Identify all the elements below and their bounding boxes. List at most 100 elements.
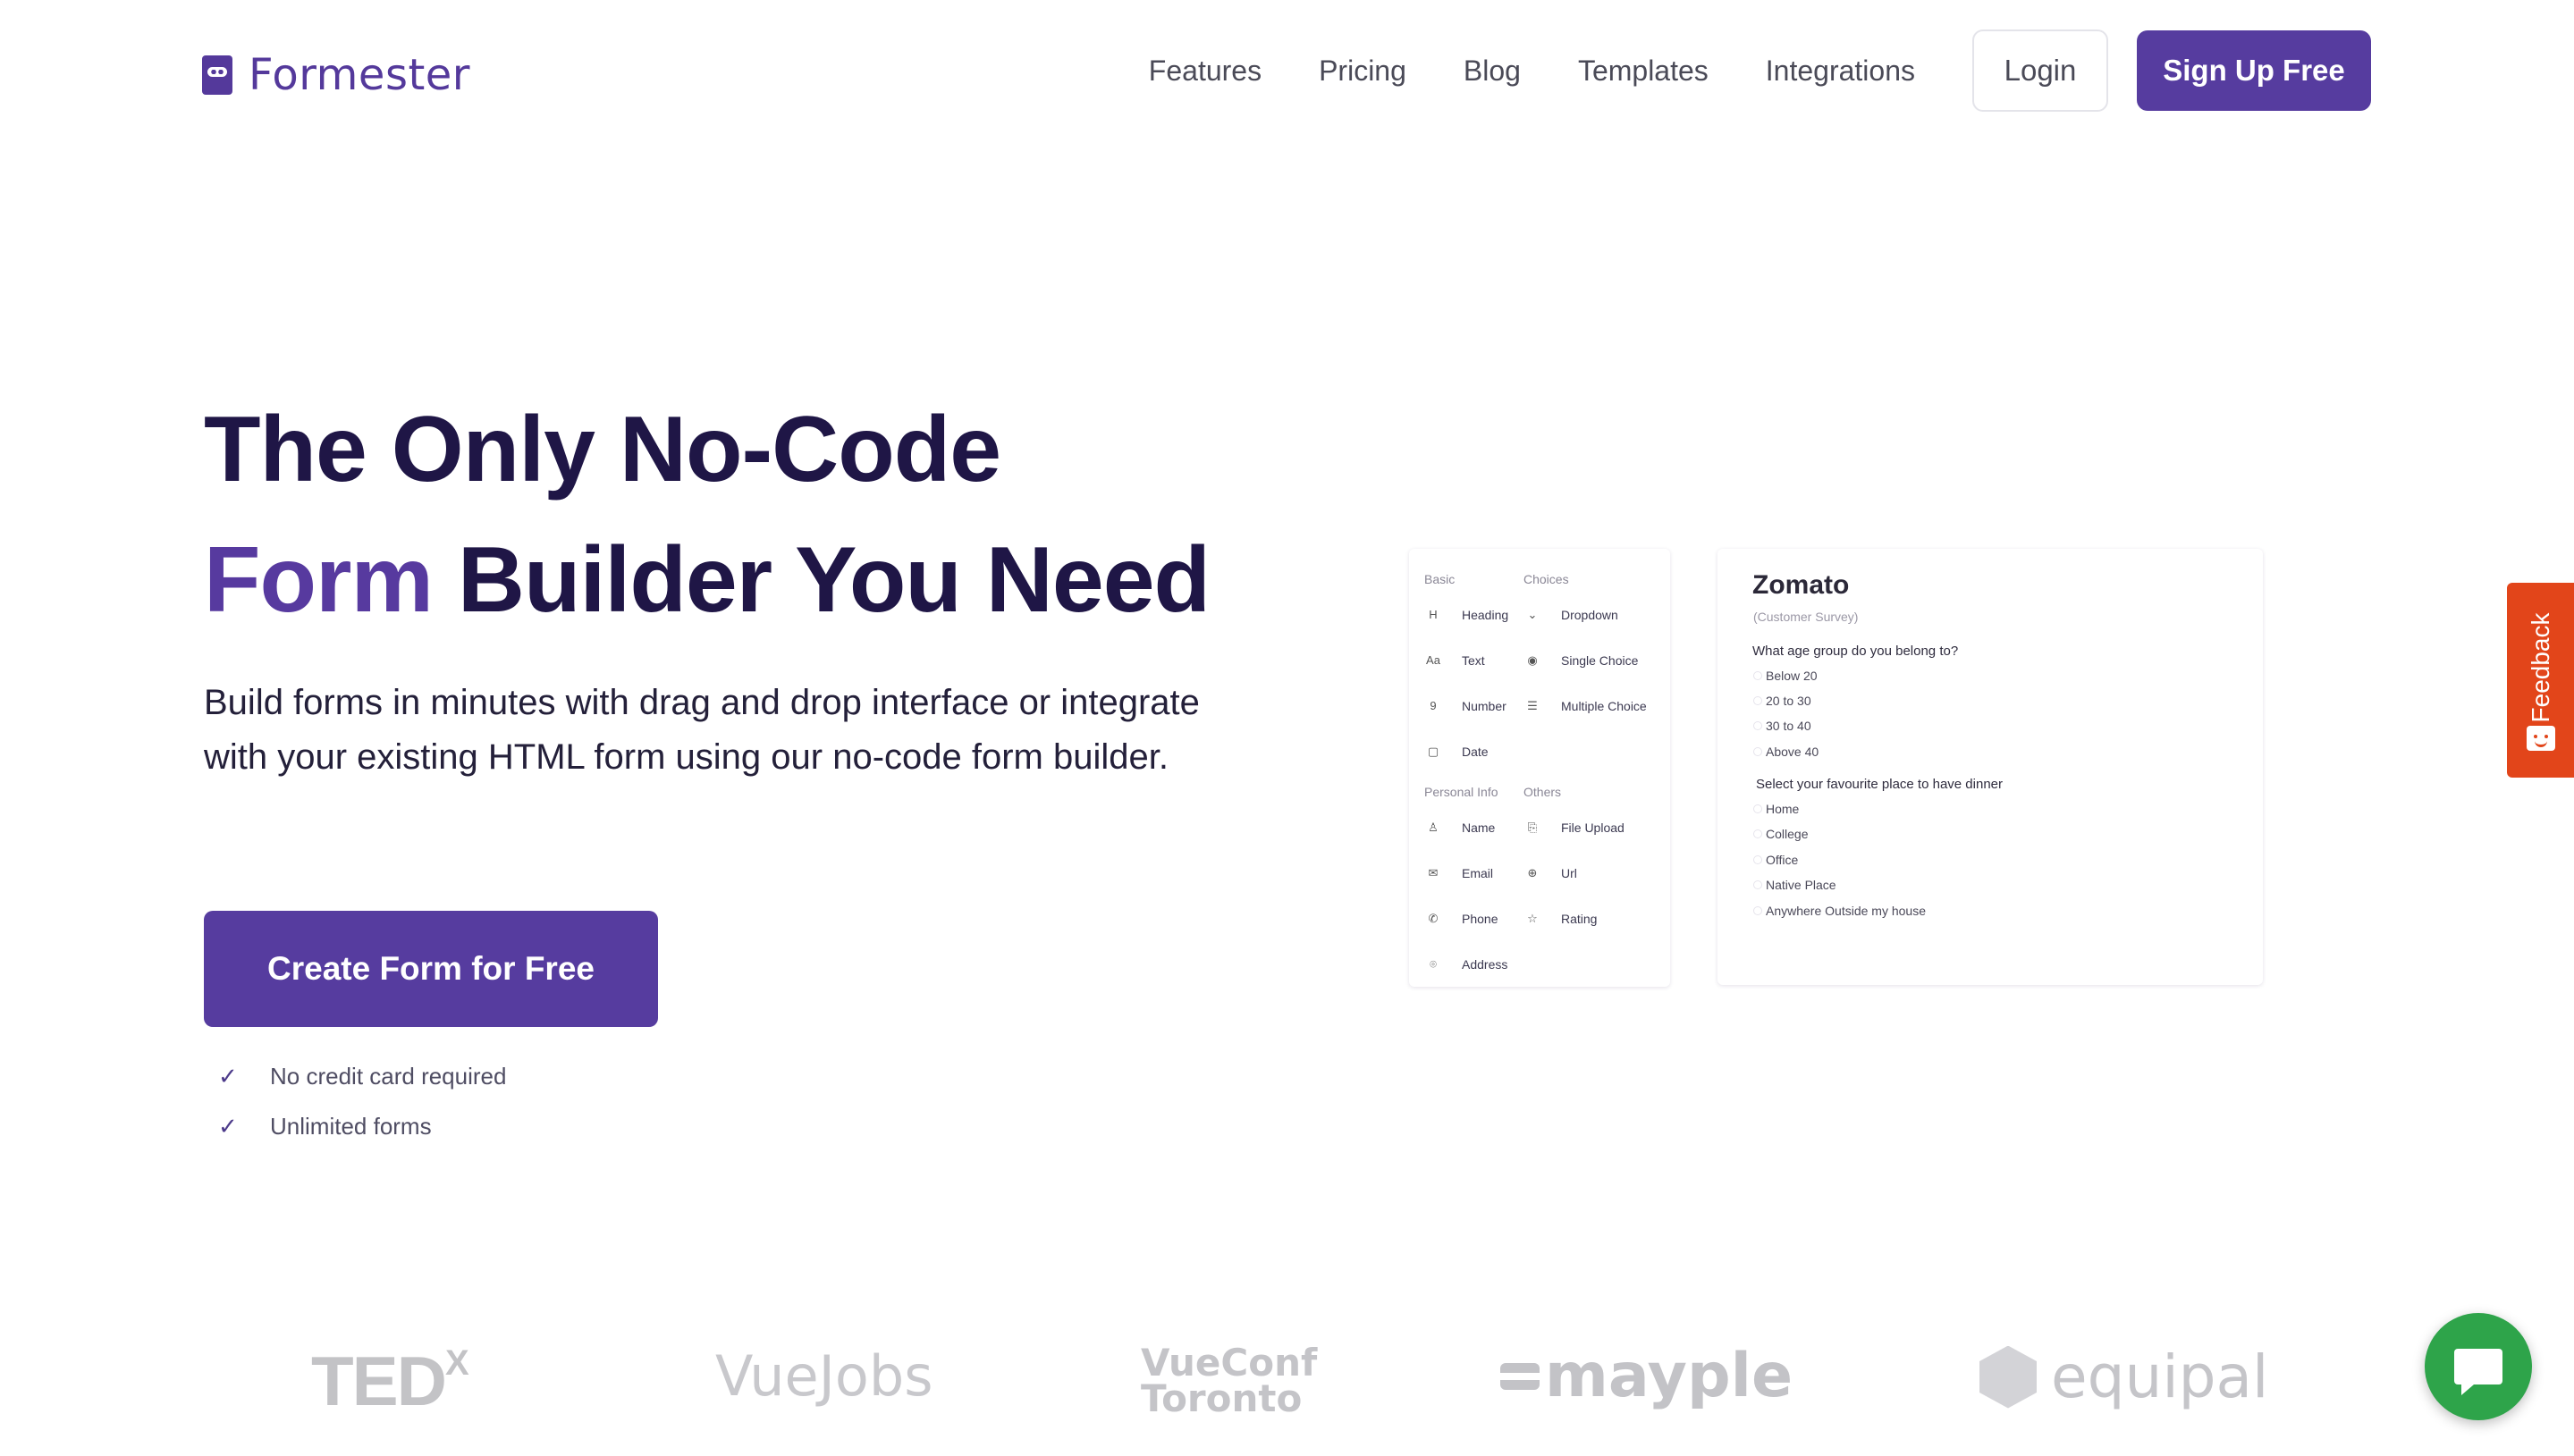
group-label-basic: Basic: [1424, 572, 1456, 586]
equipal-logo: equipal: [1979, 1342, 2268, 1411]
mayple-logo-text: mayple: [1545, 1341, 1793, 1411]
benefit-label: No credit card required: [270, 1062, 507, 1090]
checkbox-icon: [1753, 804, 1762, 813]
phone-icon: ✆: [1428, 911, 1439, 925]
location-icon: ⌾: [1430, 956, 1437, 971]
option-label: Below 20: [1766, 669, 1818, 683]
field-palette-panel: Basic H Heading Aa Text 9 Number ▢ Date Choi…: [1409, 549, 1670, 987]
vueconf-toronto-logo: VueConf Toronto: [1141, 1341, 1318, 1420]
option-30-40[interactable]: 30 to 40: [1753, 719, 1811, 733]
create-form-button[interactable]: Create Form for Free: [204, 911, 658, 1027]
text-icon: Aa: [1426, 653, 1440, 667]
field-number[interactable]: 9 Number: [1424, 683, 1508, 728]
field-label: File Upload: [1561, 820, 1625, 835]
hero-title-line1: The Only No-Code: [204, 398, 1001, 501]
radio-icon: [1753, 696, 1762, 705]
list-icon: ☰: [1527, 698, 1538, 712]
group-label-choices: Choices: [1523, 572, 1569, 586]
option-above-40[interactable]: Above 40: [1753, 745, 1819, 759]
signup-button[interactable]: Sign Up Free: [2137, 30, 2371, 111]
option-below-20[interactable]: Below 20: [1753, 669, 1818, 683]
field-label: Single Choice: [1561, 652, 1639, 668]
field-date[interactable]: ▢ Date: [1424, 728, 1508, 774]
option-home[interactable]: Home: [1753, 802, 1799, 816]
personal-info-group: Personal Info ♙ Name ✉ Email ✆ Phone ⌾ Addre…: [1424, 779, 1507, 987]
option-college[interactable]: College: [1753, 827, 1808, 841]
field-name[interactable]: ♙ Name: [1424, 804, 1507, 850]
mayple-logo: mayple: [1500, 1341, 1793, 1411]
option-label: Above 40: [1766, 745, 1819, 759]
option-native-place[interactable]: Native Place: [1753, 878, 1836, 892]
login-button[interactable]: Login: [1972, 29, 2108, 112]
radio-icon: [1753, 721, 1762, 730]
survey-title: Zomato: [1752, 570, 1850, 600]
field-email[interactable]: ✉ Email: [1424, 850, 1507, 896]
option-anywhere-outside[interactable]: Anywhere Outside my house: [1753, 904, 1926, 918]
top-nav: Features Pricing Blog Templates Integrat…: [1073, 29, 2371, 112]
option-label: 20 to 30: [1766, 694, 1811, 708]
survey-preview-panel: Zomato (Customer Survey) What age group …: [1717, 549, 2263, 985]
others-group: Others ⎘ File Upload ⊕ Url ☆ Rating: [1523, 779, 1625, 941]
brand-logo[interactable]: Formester: [202, 50, 470, 100]
question-dinner-place: Select your favourite place to have dinn…: [1756, 777, 2003, 792]
field-label: Phone: [1462, 911, 1498, 926]
option-office[interactable]: Office: [1753, 853, 1798, 867]
radio-icon: [1753, 747, 1762, 756]
field-label: Email: [1462, 865, 1494, 880]
field-label: Multiple Choice: [1561, 698, 1647, 713]
choices-group: Choices ⌄ Dropdown ◉ Single Choice ☰ Multip…: [1523, 567, 1647, 728]
survey-subtitle: (Customer Survey): [1753, 610, 1859, 624]
benefit-item: ✓ Unlimited forms: [218, 1101, 506, 1151]
field-label: Date: [1462, 744, 1489, 759]
field-dropdown[interactable]: ⌄ Dropdown: [1523, 592, 1647, 637]
vueconf-logo-line1: VueConf: [1141, 1341, 1318, 1384]
mail-icon: ✉: [1428, 865, 1439, 879]
nav-link-pricing[interactable]: Pricing: [1319, 55, 1406, 88]
field-label: Heading: [1462, 607, 1509, 622]
checkbox-icon: [1753, 906, 1762, 915]
number-icon: 9: [1430, 699, 1437, 712]
field-address[interactable]: ⌾ Address: [1424, 941, 1507, 987]
nav-link-templates[interactable]: Templates: [1578, 55, 1709, 88]
tedx-logo-sup: X: [445, 1343, 469, 1383]
smiley-icon: [2527, 726, 2555, 751]
radio-icon: [1753, 671, 1762, 680]
field-rating[interactable]: ☆ Rating: [1523, 896, 1625, 941]
field-label: Text: [1462, 652, 1485, 668]
vueconf-logo-line2: Toronto: [1141, 1376, 1303, 1420]
checkbox-icon: [1753, 855, 1762, 864]
field-heading[interactable]: H Heading: [1424, 592, 1508, 637]
chat-icon: [2454, 1349, 2502, 1395]
feedback-tab[interactable]: Feedback: [2507, 583, 2574, 778]
chat-widget-button[interactable]: [2425, 1313, 2532, 1420]
calendar-icon: ▢: [1427, 744, 1439, 758]
question-age-group: What age group do you belong to?: [1752, 644, 1959, 659]
field-text[interactable]: Aa Text: [1424, 637, 1508, 683]
hero-title-line2: Builder You Need: [433, 528, 1211, 632]
field-file-upload[interactable]: ⎘ File Upload: [1523, 804, 1625, 850]
option-label: 30 to 40: [1766, 719, 1811, 733]
star-icon: ☆: [1527, 911, 1538, 925]
nav-link-features[interactable]: Features: [1149, 55, 1262, 88]
user-icon: ♙: [1428, 820, 1439, 834]
field-label: Rating: [1561, 911, 1598, 926]
checkbox-icon: [1753, 880, 1762, 889]
group-label-personal: Personal Info: [1424, 785, 1498, 799]
field-url[interactable]: ⊕ Url: [1523, 850, 1625, 896]
dropdown-icon: ⌄: [1527, 607, 1538, 621]
option-20-30[interactable]: 20 to 30: [1753, 694, 1811, 708]
option-label: Home: [1766, 802, 1800, 816]
field-single-choice[interactable]: ◉ Single Choice: [1523, 637, 1647, 683]
feedback-label: Feedback: [2526, 612, 2554, 723]
field-multiple-choice[interactable]: ☰ Multiple Choice: [1523, 683, 1647, 728]
field-phone[interactable]: ✆ Phone: [1424, 896, 1507, 941]
nav-link-blog[interactable]: Blog: [1464, 55, 1521, 88]
equipal-logo-text: equipal: [2051, 1342, 2269, 1411]
check-icon: ✓: [218, 1112, 238, 1140]
nav-link-integrations[interactable]: Integrations: [1766, 55, 1915, 88]
option-label: Anywhere Outside my house: [1766, 904, 1926, 918]
benefit-item: ✓ No credit card required: [218, 1051, 506, 1101]
equipal-mark-icon: [1979, 1345, 2037, 1409]
field-label: Name: [1462, 820, 1496, 835]
mayple-mark-icon: [1500, 1362, 1540, 1390]
